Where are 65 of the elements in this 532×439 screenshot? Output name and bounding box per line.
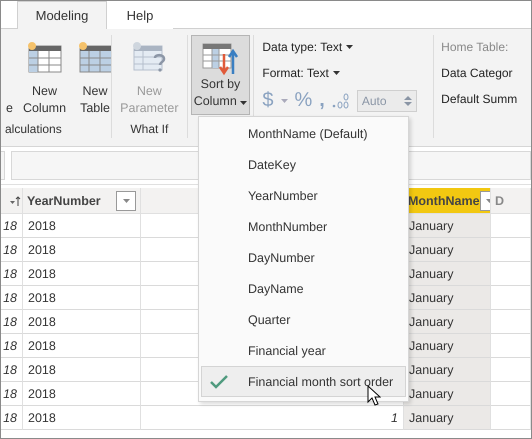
group-label: alculations xyxy=(5,122,63,138)
table-cell: 2018 xyxy=(23,238,141,262)
menu-item[interactable]: DayName xyxy=(201,273,406,304)
table-cell: 18 xyxy=(1,238,23,262)
table-cell: 18 xyxy=(1,214,23,238)
checkmark-icon xyxy=(210,374,228,388)
table-cell: 18 xyxy=(1,382,23,406)
caret-icon xyxy=(332,71,340,75)
property-label[interactable]: Default Summ xyxy=(441,89,524,109)
table-cell xyxy=(491,286,531,310)
menu-item[interactable]: Quarter xyxy=(201,304,406,335)
table-cell: 2018 xyxy=(23,310,141,334)
table-icon xyxy=(76,40,112,74)
menu-item[interactable]: Financial year xyxy=(201,335,406,366)
menu-item[interactable]: DateKey xyxy=(201,149,406,180)
menu-item[interactable]: YearNumber xyxy=(201,180,406,211)
table-cell: 18 xyxy=(1,262,23,286)
table-cell: 18 xyxy=(1,286,23,310)
menu-item[interactable]: MonthName (Default) xyxy=(201,118,406,149)
table-cell: 18 xyxy=(1,334,23,358)
column-header[interactable] xyxy=(1,188,23,214)
table-cell: 2018 xyxy=(23,286,141,310)
caret-icon xyxy=(280,98,288,102)
table-cell: 2018 xyxy=(23,262,141,286)
column-header[interactable]: YearNumber xyxy=(23,188,141,214)
menu-item[interactable]: Financial month sort order xyxy=(201,366,406,397)
menu-item[interactable]: DayNumber xyxy=(201,242,406,273)
table-cell xyxy=(491,214,531,238)
filter-button[interactable] xyxy=(116,190,136,210)
sort-by-column-button[interactable]: Sort by Column xyxy=(190,35,250,115)
table-cell: 18 xyxy=(1,406,23,430)
table-cell: 2018 xyxy=(23,334,141,358)
format-dropdown[interactable]: Format: Text xyxy=(262,63,426,83)
caret-icon xyxy=(240,101,248,105)
ribbon-button[interactable]: e xyxy=(3,35,16,122)
table-cell: January xyxy=(404,406,491,430)
table-cell xyxy=(491,238,531,262)
table-cell xyxy=(491,262,531,286)
table-cell: 2018 xyxy=(23,214,141,238)
table-cell: 18 xyxy=(1,310,23,334)
table-cell xyxy=(491,358,531,382)
table-cell: 2018 xyxy=(23,358,141,382)
ribbon-tab[interactable]: Modeling xyxy=(17,1,107,29)
caret-icon xyxy=(346,45,354,49)
table-cell: 18 xyxy=(1,358,23,382)
table-cell: 2018 xyxy=(23,382,141,406)
sort-icon[interactable] xyxy=(10,194,22,206)
decimal-icon[interactable] xyxy=(332,92,350,108)
table-cell: January xyxy=(404,382,491,406)
formula-bar-edge xyxy=(1,151,5,180)
ribbon-button[interactable]: New Table xyxy=(73,35,112,122)
table-cell xyxy=(491,382,531,406)
group-label: What If xyxy=(129,122,170,138)
spinner-icon[interactable] xyxy=(404,94,412,106)
data-type-dropdown[interactable]: Data type: Text xyxy=(262,37,426,57)
table-icon xyxy=(25,40,64,74)
ribbon-button[interactable]: New Column xyxy=(20,35,70,122)
table-cell xyxy=(491,310,531,334)
table-cell xyxy=(491,334,531,358)
menu-item[interactable]: MonthNumber xyxy=(201,211,406,242)
property-label[interactable]: Data Categor xyxy=(441,63,524,83)
caret-icon xyxy=(122,198,130,202)
table-cell: 1 xyxy=(141,406,404,430)
table-cell: 2018 xyxy=(23,406,141,430)
table-cell xyxy=(491,406,531,430)
